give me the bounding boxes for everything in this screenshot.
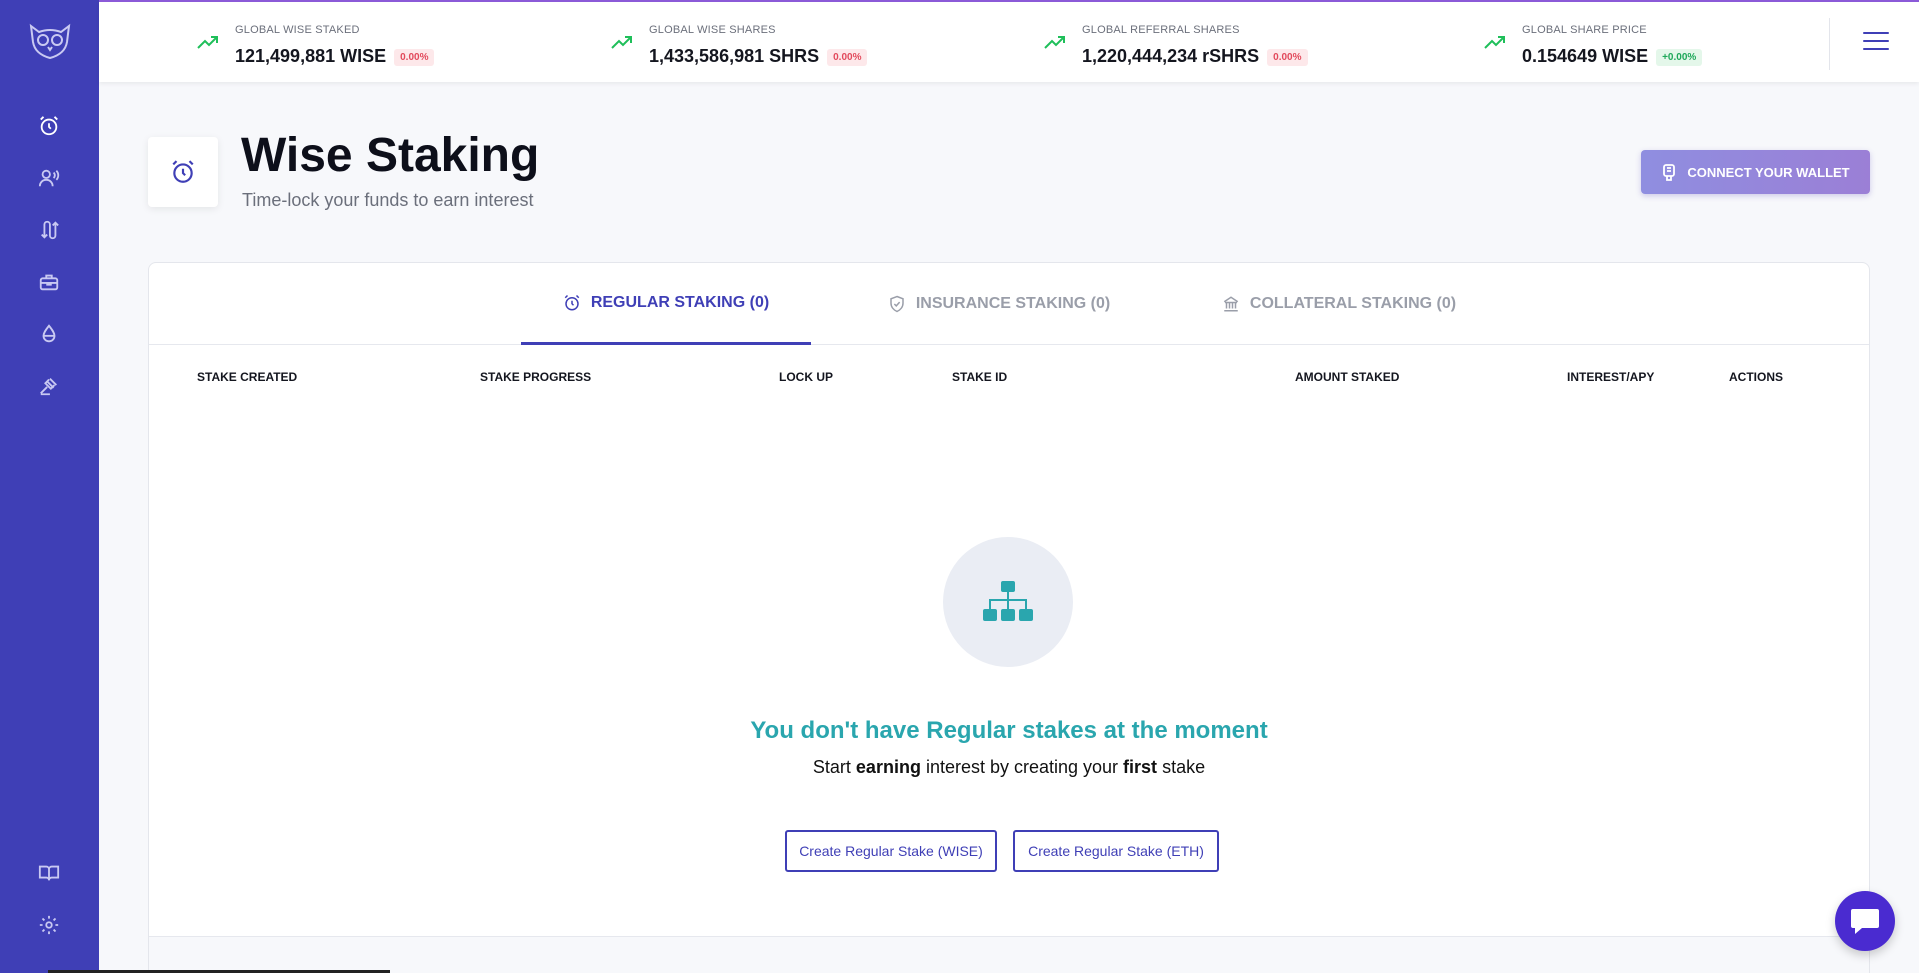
connect-wallet-label: CONNECT YOUR WALLET xyxy=(1687,164,1850,180)
column-header: ACTIONS xyxy=(1729,370,1783,384)
topbar-divider xyxy=(1829,18,1830,70)
alarm-clock-icon xyxy=(564,294,580,310)
stat-label: GLOBAL SHARE PRICE xyxy=(1522,24,1647,36)
sidebar-item-toolbox[interactable] xyxy=(34,267,64,297)
gavel-icon xyxy=(40,378,57,396)
stat-value: 0.154649 WISE +0.00% xyxy=(1522,46,1703,67)
sidebar-item-governance[interactable] xyxy=(34,371,64,401)
stat-label: GLOBAL REFERRAL SHARES xyxy=(1082,24,1240,36)
page-subtitle: Time-lock your funds to earn interest xyxy=(242,190,534,210)
chat-support-button[interactable] xyxy=(1835,891,1895,951)
tab-label: COLLATERAL STAKING (0) xyxy=(1249,295,1457,312)
trending-up-icon xyxy=(1044,36,1065,49)
shield-check-icon xyxy=(890,295,904,313)
tab-label: INSURANCE STAKING (0) xyxy=(915,295,1111,312)
toolbox-icon xyxy=(39,274,59,291)
sidebar-item-docs[interactable] xyxy=(34,858,64,888)
column-header[interactable]: LOCK UP xyxy=(779,370,833,384)
change-badge: 0.00% xyxy=(1267,49,1308,66)
stat-value: 1,433,586,981 SHRS 0.00% xyxy=(649,46,868,67)
stats-bar: GLOBAL WISE STAKED 121,499,881 WISE 0.00%… xyxy=(99,0,1919,82)
card-footer xyxy=(149,936,1869,973)
alarm-clock-icon xyxy=(40,116,58,136)
tab-insurance-staking[interactable]: INSURANCE STAKING (0) xyxy=(849,263,1149,345)
sidebar-item-staking[interactable] xyxy=(34,111,64,141)
droplet-icon xyxy=(42,324,56,343)
change-badge: 0.00% xyxy=(394,49,435,66)
empty-state-illustration xyxy=(943,537,1073,667)
trending-up-icon xyxy=(197,36,218,49)
arrows-swap-icon xyxy=(41,220,59,240)
book-icon xyxy=(38,865,60,881)
create-stake-eth-button[interactable]: Create Regular Stake (ETH) xyxy=(1013,830,1219,872)
owl-logo-icon[interactable] xyxy=(26,18,74,62)
create-stake-wise-button[interactable]: Create Regular Stake (WISE) xyxy=(785,830,997,872)
page-title: Wise Staking xyxy=(241,129,540,182)
change-badge: +0.00% xyxy=(1656,49,1703,66)
empty-state-title: You don't have Regular stakes at the mom… xyxy=(750,717,1268,744)
tab-collateral-staking[interactable]: COLLATERAL STAKING (0) xyxy=(1189,263,1489,345)
gear-icon xyxy=(39,915,59,935)
change-badge: 0.00% xyxy=(827,49,868,66)
tab-label: REGULAR STAKING (0) xyxy=(590,293,770,311)
column-header[interactable]: STAKE PROGRESS xyxy=(480,370,591,384)
sidebar-item-settings[interactable] xyxy=(34,910,64,940)
sidebar-item-swap[interactable] xyxy=(34,215,64,245)
sidebar-item-referrals[interactable] xyxy=(34,163,64,193)
trending-up-icon xyxy=(611,36,632,49)
stat-value: 1,220,444,234 rSHRS 0.00% xyxy=(1082,46,1308,67)
stat-label: GLOBAL WISE STAKED xyxy=(235,24,360,36)
column-header[interactable]: AMOUNT STAKED xyxy=(1295,370,1399,384)
column-header[interactable]: INTEREST/APY xyxy=(1567,370,1654,384)
column-header[interactable]: STAKE CREATED xyxy=(197,370,297,384)
tab-regular-staking[interactable]: REGULAR STAKING (0) xyxy=(521,263,811,345)
wallet-plug-icon xyxy=(1663,164,1676,181)
staking-tabs: REGULAR STAKING (0) INSURANCE STAKING (0… xyxy=(149,263,1869,345)
alarm-clock-icon xyxy=(172,160,194,183)
empty-state-subtitle: Start earning interest by creating your … xyxy=(812,757,1206,777)
bank-icon xyxy=(1223,296,1239,312)
column-header[interactable]: STAKE ID xyxy=(952,370,1007,384)
sidebar-item-liquidity[interactable] xyxy=(34,319,64,349)
stat-value: 121,499,881 WISE 0.00% xyxy=(235,46,435,67)
trending-up-icon xyxy=(1484,36,1505,49)
hamburger-menu-icon[interactable] xyxy=(1863,32,1889,54)
page-icon xyxy=(148,137,218,207)
chat-bubble-icon xyxy=(1851,909,1879,934)
sidebar xyxy=(0,0,99,973)
sitemap-icon xyxy=(983,581,1033,621)
user-broadcast-icon xyxy=(38,169,60,187)
staking-card: REGULAR STAKING (0) INSURANCE STAKING (0… xyxy=(148,262,1870,973)
connect-wallet-button[interactable]: CONNECT YOUR WALLET xyxy=(1641,150,1870,194)
stat-label: GLOBAL WISE SHARES xyxy=(649,24,776,36)
